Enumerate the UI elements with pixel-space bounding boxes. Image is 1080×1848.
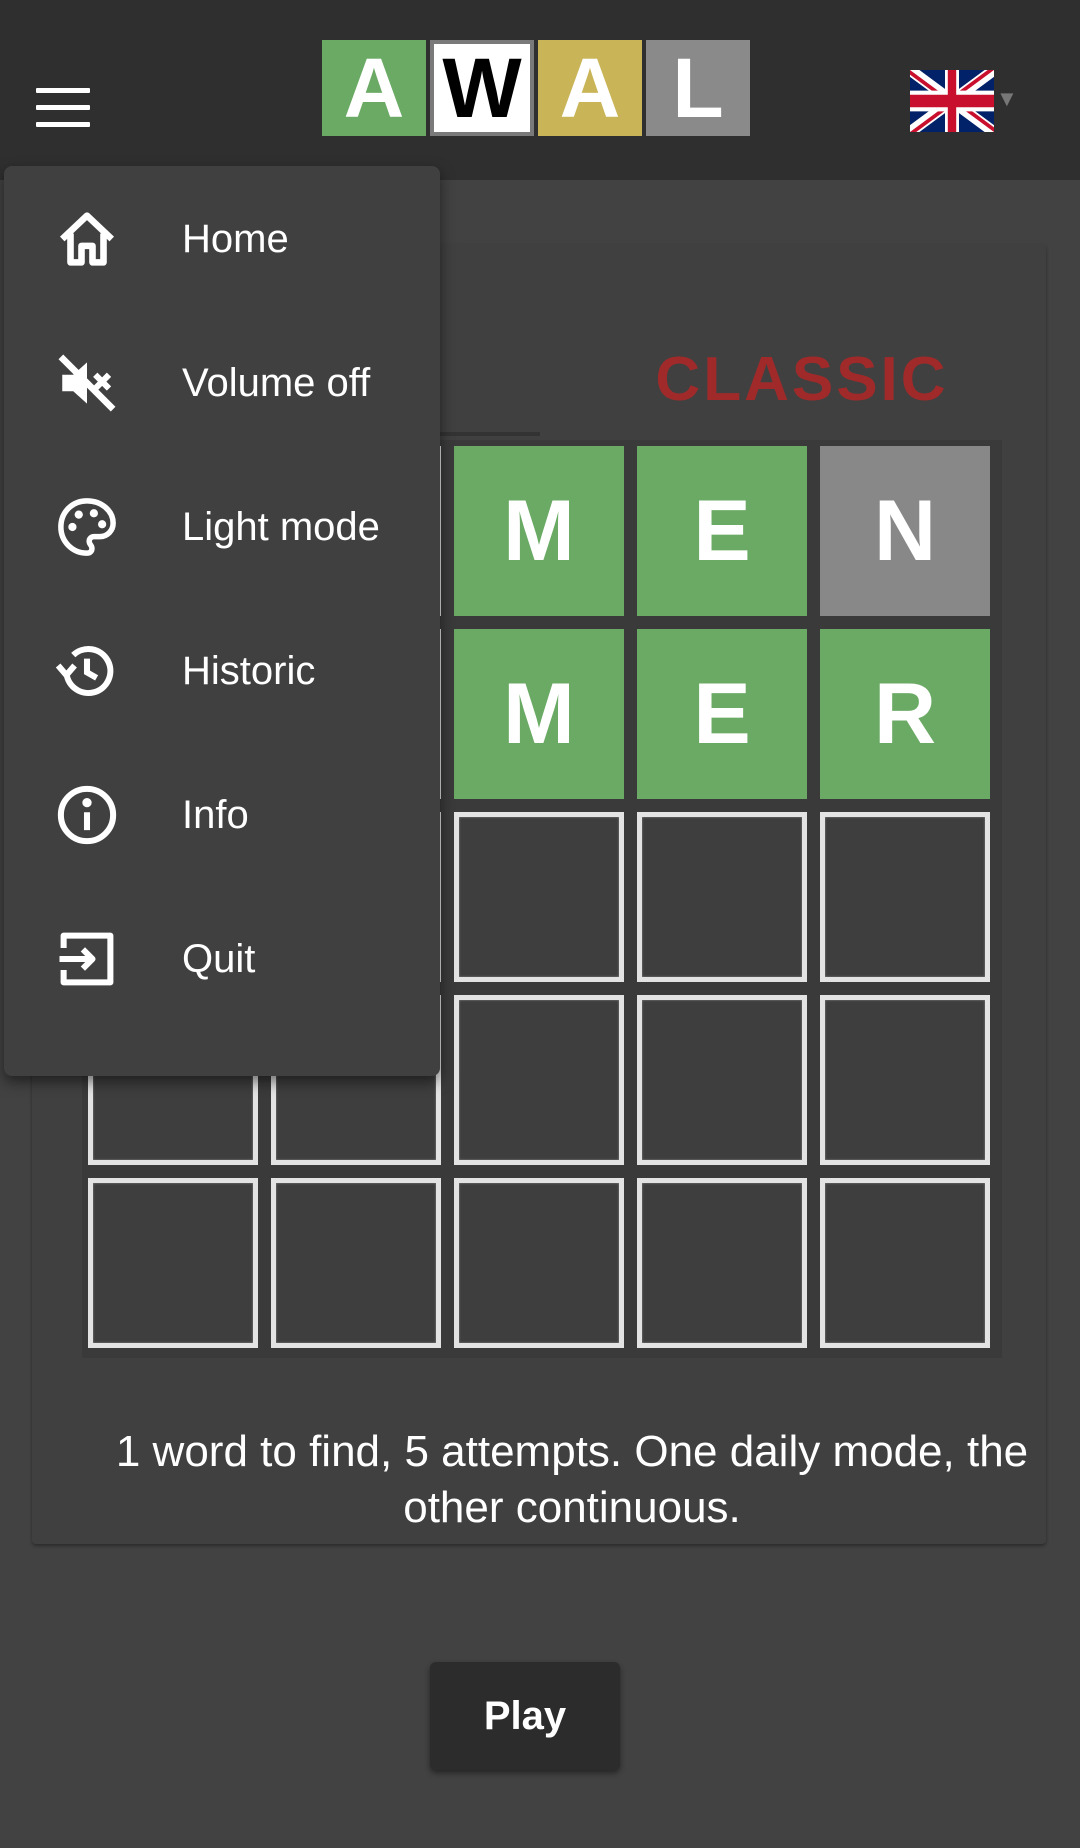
info-icon	[57, 785, 117, 845]
exit-icon	[59, 932, 114, 986]
top-app-bar: A W A L ▼	[0, 0, 1080, 180]
hamburger-icon[interactable]	[36, 88, 90, 128]
grid-cell	[637, 995, 807, 1165]
grid-cell	[271, 1178, 441, 1348]
grid-cell: M	[454, 446, 624, 616]
grid-cell	[820, 812, 990, 982]
menu-item-label: Home	[182, 217, 289, 261]
menu-item-label: Quit	[182, 937, 256, 981]
grid-cell	[637, 1178, 807, 1348]
uk-flag-icon	[910, 70, 994, 132]
history-icon	[55, 646, 114, 697]
menu-item-label: Info	[182, 793, 249, 837]
play-button[interactable]: Play	[430, 1662, 620, 1770]
menu-item-info[interactable]: Info	[4, 742, 440, 886]
logo-tile: L	[646, 40, 750, 136]
tab-classic[interactable]: CLASSIC	[612, 340, 992, 420]
menu-item-label: Historic	[182, 649, 316, 693]
grid-cell	[88, 1178, 258, 1348]
menu-item-historic[interactable]: Historic	[4, 598, 440, 742]
grid-cell	[454, 1178, 624, 1348]
navigation-menu: Home Volume off Light mode Historic Info…	[4, 166, 440, 1076]
menu-item-quit[interactable]: Quit	[4, 886, 440, 1030]
mode-description: 1 word to find, 5 attempts. One daily mo…	[115, 1427, 1029, 1532]
chevron-down-icon: ▼	[996, 86, 1018, 111]
logo-tile: A	[538, 40, 642, 136]
grid-cell: E	[637, 629, 807, 799]
logo-tile: W	[430, 40, 534, 136]
grid-cell	[820, 995, 990, 1165]
home-icon	[59, 212, 115, 266]
language-selector[interactable]: ▼	[910, 68, 1018, 134]
app-logo: A W A L	[322, 40, 754, 136]
grid-cell: M	[454, 629, 624, 799]
grid-cell	[454, 812, 624, 982]
grid-cell: R	[820, 629, 990, 799]
menu-item-label: Volume off	[182, 361, 371, 405]
menu-item-home[interactable]: Home	[4, 166, 440, 310]
volume-off-icon	[58, 354, 116, 412]
grid-cell	[820, 1178, 990, 1348]
grid-cell	[637, 812, 807, 982]
palette-icon	[58, 498, 116, 556]
grid-cell: E	[637, 446, 807, 616]
grid-cell: N	[820, 446, 990, 616]
grid-cell	[454, 995, 624, 1165]
menu-item-volume[interactable]: Volume off	[4, 310, 440, 454]
menu-item-label: Light mode	[182, 505, 380, 549]
logo-tile: A	[322, 40, 426, 136]
menu-item-light-mode[interactable]: Light mode	[4, 454, 440, 598]
